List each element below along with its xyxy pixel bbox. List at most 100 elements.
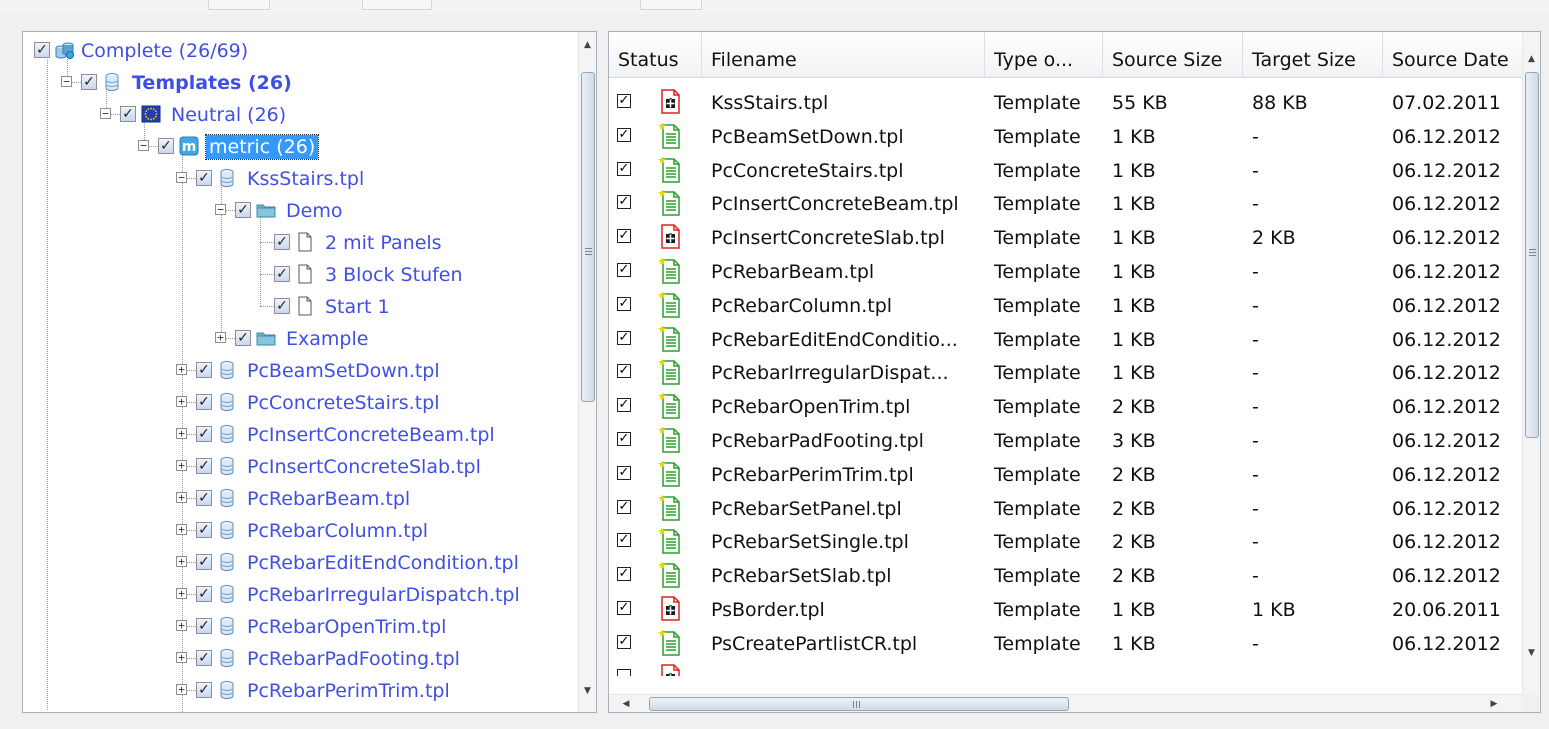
expand-icon[interactable]: + bbox=[176, 524, 187, 535]
table-row[interactable]: ✓ PcBeamSetDown.tpl Template 1 KB - 06.12.20… bbox=[609, 119, 1523, 153]
tree-node[interactable]: + ✓ PcRebarColumn.tpl bbox=[23, 515, 580, 545]
tree-node-label[interactable]: 2 mit Panels bbox=[322, 231, 445, 255]
tree-node-label[interactable]: PcInsertConcreteSlab.tpl bbox=[244, 455, 484, 479]
table-row[interactable]: ✓ PcInsertConcreteBeam.tpl Template 1 KB - 0… bbox=[609, 186, 1523, 220]
expand-icon[interactable]: + bbox=[176, 492, 187, 503]
column-header-filename[interactable]: Filename bbox=[702, 32, 985, 78]
expand-icon[interactable]: + bbox=[176, 652, 187, 663]
tree-node-label[interactable]: PcInsertConcreteBeam.tpl bbox=[244, 423, 498, 447]
tree-node-label[interactable]: KssStairs.tpl bbox=[244, 167, 367, 191]
column-header-type[interactable]: Type o... bbox=[985, 32, 1103, 78]
tree-node[interactable]: + ✓ PcRebarEditEndCondition.tpl bbox=[23, 547, 580, 577]
tree-node[interactable]: + ✓ PcRebarPadFooting.tpl bbox=[23, 643, 580, 673]
tree-node[interactable]: − ✓ Demo bbox=[23, 195, 580, 225]
tree-node[interactable]: − ✓ Neutral (26) bbox=[23, 99, 580, 129]
tree-node-checkbox[interactable]: ✓ bbox=[274, 234, 290, 250]
list-hscroll-thumb[interactable] bbox=[649, 697, 1069, 711]
expand-icon[interactable]: + bbox=[176, 588, 187, 599]
tree-node[interactable]: + ✓ PcConcreteStairs.tpl bbox=[23, 387, 580, 417]
row-checkbox[interactable]: ✓ bbox=[617, 533, 631, 548]
row-checkbox[interactable]: ✓ bbox=[617, 364, 631, 379]
row-checkbox[interactable]: ✓ bbox=[617, 432, 631, 446]
collapse-icon[interactable]: − bbox=[176, 172, 187, 183]
row-checkbox[interactable]: ✓ bbox=[617, 634, 631, 649]
row-checkbox[interactable]: ✓ bbox=[617, 465, 631, 480]
table-row[interactable]: ✓ PcRebarOpenTrim.tpl Template 2 KB - 06.12.… bbox=[609, 389, 1523, 423]
table-row[interactable]: ✓ PcInsertConcreteSlab.tpl Template 1 KB 2 … bbox=[609, 220, 1523, 254]
column-header-source-date[interactable]: Source Date bbox=[1383, 32, 1523, 78]
table-row[interactable]: ✓ PcRebarEditEndConditio... Template 1 KB -… bbox=[609, 322, 1523, 356]
tree-node[interactable]: ✓ Complete (26/69) bbox=[23, 35, 580, 65]
tree-node-label[interactable]: Start 1 bbox=[322, 295, 393, 319]
tree-node-checkbox[interactable]: ✓ bbox=[235, 202, 251, 218]
collapse-icon[interactable]: − bbox=[61, 76, 72, 87]
tree-node-checkbox[interactable]: ✓ bbox=[196, 458, 212, 474]
table-row[interactable]: ✓ PcRebarSetSingle.tpl Template 2 KB - 06.12… bbox=[609, 524, 1523, 558]
row-checkbox[interactable]: ✓ bbox=[617, 330, 631, 345]
list-horizontal-scrollbar[interactable]: ◀ ▶ bbox=[609, 694, 1523, 712]
row-checkbox[interactable]: ✓ bbox=[617, 499, 631, 514]
tree-node-checkbox[interactable]: ✓ bbox=[196, 362, 212, 378]
column-header-status[interactable]: Status bbox=[609, 32, 702, 78]
tree-node-checkbox[interactable]: ✓ bbox=[196, 554, 212, 570]
tree-node-checkbox[interactable]: ✓ bbox=[196, 394, 212, 410]
tree-node-checkbox[interactable]: ✓ bbox=[196, 426, 212, 442]
tree-node-checkbox[interactable]: ✓ bbox=[196, 618, 212, 634]
tree-node-label[interactable]: PcConcreteStairs.tpl bbox=[244, 391, 442, 415]
tree-node-checkbox[interactable]: ✓ bbox=[34, 42, 50, 58]
tree-node-checkbox[interactable]: ✓ bbox=[81, 74, 97, 90]
table-row[interactable]: ✓ PcRebarPadFooting.tpl Template 3 KB - 06.1… bbox=[609, 423, 1523, 457]
tree-scroll-thumb[interactable] bbox=[581, 72, 595, 402]
list-vertical-scrollbar[interactable]: ▲ ▼ bbox=[1522, 32, 1540, 694]
tree-node[interactable]: ✓ 3 Block Stufen bbox=[23, 259, 580, 289]
list-scroll-thumb[interactable] bbox=[1525, 72, 1539, 438]
collapse-icon[interactable]: − bbox=[100, 108, 111, 119]
tree-node[interactable]: + ✓ PcRebarPerimTrim.tpl bbox=[23, 675, 580, 705]
collapse-icon[interactable]: − bbox=[138, 140, 149, 151]
tree-node-label[interactable]: PcRebarEditEndCondition.tpl bbox=[244, 551, 522, 575]
tree-node-label[interactable]: Demo bbox=[283, 199, 345, 223]
tree-node[interactable]: + ✓ PcBeamSetDown.tpl bbox=[23, 355, 580, 385]
scroll-right-arrow-icon[interactable]: ▶ bbox=[1485, 695, 1503, 712]
tree-node-checkbox[interactable]: ✓ bbox=[120, 106, 136, 122]
row-checkbox[interactable]: ✓ bbox=[617, 161, 631, 176]
tree-node-label[interactable]: PcRebarPerimTrim.tpl bbox=[244, 679, 453, 703]
table-row[interactable]: ✓ PsCreatePartlistCR.tpl Template 1 KB - 06.… bbox=[609, 626, 1523, 660]
tree-node[interactable]: ✓ 2 mit Panels bbox=[23, 227, 580, 257]
table-row[interactable]: ✓ PcRebarIrregularDispat... Template 1 KB -… bbox=[609, 355, 1523, 389]
row-checkbox[interactable]: ✓ bbox=[617, 398, 631, 413]
tree-node-checkbox[interactable]: ✓ bbox=[274, 266, 290, 282]
row-checkbox[interactable]: ✓ bbox=[617, 567, 631, 582]
tree-node-label[interactable]: Templates (26) bbox=[129, 71, 295, 95]
row-checkbox[interactable]: ✓ bbox=[617, 195, 631, 210]
tree-node-label[interactable]: PcRebarIrregularDispatch.tpl bbox=[244, 583, 523, 607]
expand-icon[interactable]: + bbox=[176, 428, 187, 439]
expand-icon[interactable]: + bbox=[215, 332, 226, 343]
expand-icon[interactable]: + bbox=[176, 396, 187, 407]
table-row[interactable]: ✓ PcRebarPerimTrim.tpl Template 2 KB - 06.12… bbox=[609, 457, 1523, 491]
table-row[interactable]: ✓ PcRebarSetSlab.tpl Template 2 KB - 06.12.2… bbox=[609, 558, 1523, 592]
tree-node-checkbox[interactable]: ✓ bbox=[196, 490, 212, 506]
tree-node[interactable]: + ✓ PcRebarIrregularDispatch.tpl bbox=[23, 579, 580, 609]
tree-node-label[interactable]: PcRebarBeam.tpl bbox=[244, 487, 413, 511]
tree-node[interactable]: + ✓ PcRebarBeam.tpl bbox=[23, 483, 580, 513]
tree-node-checkbox[interactable]: ✓ bbox=[196, 682, 212, 698]
expand-icon[interactable]: + bbox=[176, 620, 187, 631]
tree-node-checkbox[interactable]: ✓ bbox=[196, 170, 212, 186]
table-row[interactable]: ✓ PcRebarSetPanel.tpl Template 2 KB - 06.12.… bbox=[609, 491, 1523, 525]
row-checkbox[interactable]: ✓ bbox=[617, 94, 631, 108]
scroll-left-arrow-icon[interactable]: ◀ bbox=[617, 695, 635, 712]
table-row[interactable]: ✓ PcRebarColumn.tpl Template 1 KB - 06.12.20… bbox=[609, 288, 1523, 322]
column-header-target-size[interactable]: Target Size bbox=[1243, 32, 1383, 78]
scroll-up-arrow-icon[interactable]: ▲ bbox=[1523, 50, 1540, 68]
scroll-down-arrow-icon[interactable]: ▼ bbox=[1523, 644, 1540, 662]
tree-node-label[interactable]: Example bbox=[283, 327, 371, 351]
table-row[interactable]: ✓ PcRebarBeam.tpl Template 1 KB - 06.12.2012 bbox=[609, 254, 1523, 288]
tree-node-checkbox[interactable]: ✓ bbox=[196, 586, 212, 602]
tree-node[interactable]: + ✓ PcInsertConcreteSlab.tpl bbox=[23, 451, 580, 481]
tree-vertical-scrollbar[interactable]: ▲ ▼ bbox=[578, 32, 596, 712]
table-row[interactable]: ✓ PsBorder.tpl Template 1 KB 1 KB 20.06.2011 bbox=[609, 592, 1523, 626]
scroll-down-arrow-icon[interactable]: ▼ bbox=[579, 682, 596, 700]
table-row[interactable]: ✓ PcConcreteStairs.tpl Template 1 KB - 06.12… bbox=[609, 153, 1523, 187]
expand-icon[interactable]: + bbox=[176, 460, 187, 471]
